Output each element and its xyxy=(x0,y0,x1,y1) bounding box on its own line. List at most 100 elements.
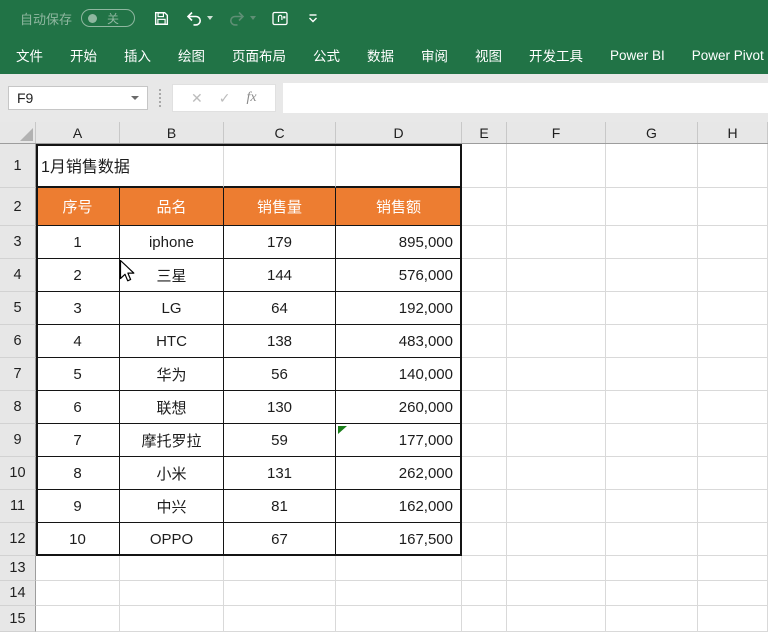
row-header-13[interactable]: 13 xyxy=(0,556,36,581)
tab-developer[interactable]: 开发工具 xyxy=(529,45,583,65)
cell-C13[interactable] xyxy=(224,556,336,581)
cell-E14[interactable] xyxy=(462,581,507,606)
cell-D5[interactable]: 192,000 xyxy=(336,292,462,325)
cell-F6[interactable] xyxy=(507,325,606,358)
cell-E1[interactable] xyxy=(462,144,507,188)
cell-E12[interactable] xyxy=(462,523,507,556)
name-box-dropdown-icon[interactable] xyxy=(131,96,139,100)
cell-A13[interactable] xyxy=(36,556,120,581)
column-header-A[interactable]: A xyxy=(36,122,120,143)
row-header-2[interactable]: 2 xyxy=(0,188,36,226)
cell-D11[interactable]: 162,000 xyxy=(336,490,462,523)
insert-function-icon[interactable]: fx xyxy=(246,90,256,106)
cell-E4[interactable] xyxy=(462,259,507,292)
tab-page-layout[interactable]: 页面布局 xyxy=(232,45,286,65)
cell-H13[interactable] xyxy=(698,556,768,581)
cell-F14[interactable] xyxy=(507,581,606,606)
redo-button[interactable] xyxy=(228,11,256,26)
cell-D2[interactable]: 销售额 xyxy=(336,188,462,226)
cell-H11[interactable] xyxy=(698,490,768,523)
cell-F7[interactable] xyxy=(507,358,606,391)
cell-C9[interactable]: 59 xyxy=(224,424,336,457)
cell-C7[interactable]: 56 xyxy=(224,358,336,391)
cell-G14[interactable] xyxy=(606,581,698,606)
cell-G9[interactable] xyxy=(606,424,698,457)
column-header-C[interactable]: C xyxy=(224,122,336,143)
cell-E10[interactable] xyxy=(462,457,507,490)
row-header-14[interactable]: 14 xyxy=(0,581,36,606)
cell-G12[interactable] xyxy=(606,523,698,556)
row-header-6[interactable]: 6 xyxy=(0,325,36,358)
column-header-B[interactable]: B xyxy=(120,122,224,143)
cell-A1[interactable]: 1月销售数据 xyxy=(36,144,120,188)
cell-D9[interactable]: 177,000 xyxy=(336,424,462,457)
cell-B1[interactable] xyxy=(120,144,224,188)
cell-F2[interactable] xyxy=(507,188,606,226)
formula-input[interactable] xyxy=(283,83,768,113)
row-header-8[interactable]: 8 xyxy=(0,391,36,424)
cell-F5[interactable] xyxy=(507,292,606,325)
cell-C1[interactable] xyxy=(224,144,336,188)
undo-button[interactable] xyxy=(185,11,213,26)
row-header-10[interactable]: 10 xyxy=(0,457,36,490)
cell-G10[interactable] xyxy=(606,457,698,490)
row-header-1[interactable]: 1 xyxy=(0,144,36,188)
tab-review[interactable]: 审阅 xyxy=(421,45,448,65)
tab-file[interactable]: 文件 xyxy=(16,45,43,65)
cell-H14[interactable] xyxy=(698,581,768,606)
cell-C2[interactable]: 销售量 xyxy=(224,188,336,226)
cell-G13[interactable] xyxy=(606,556,698,581)
cell-A12[interactable]: 10 xyxy=(36,523,120,556)
cell-B8[interactable]: 联想 xyxy=(120,391,224,424)
row-header-7[interactable]: 7 xyxy=(0,358,36,391)
cell-F13[interactable] xyxy=(507,556,606,581)
cell-C8[interactable]: 130 xyxy=(224,391,336,424)
cell-F10[interactable] xyxy=(507,457,606,490)
cell-E7[interactable] xyxy=(462,358,507,391)
cell-E2[interactable] xyxy=(462,188,507,226)
cell-E5[interactable] xyxy=(462,292,507,325)
cell-E11[interactable] xyxy=(462,490,507,523)
cell-H9[interactable] xyxy=(698,424,768,457)
cell-D6[interactable]: 483,000 xyxy=(336,325,462,358)
cell-F8[interactable] xyxy=(507,391,606,424)
cell-H1[interactable] xyxy=(698,144,768,188)
tab-power-pivot[interactable]: Power Pivot xyxy=(692,48,764,63)
cell-D10[interactable]: 262,000 xyxy=(336,457,462,490)
touch-mode-button[interactable] xyxy=(271,10,291,27)
cell-E3[interactable] xyxy=(462,226,507,259)
cell-F4[interactable] xyxy=(507,259,606,292)
cell-F11[interactable] xyxy=(507,490,606,523)
cell-F15[interactable] xyxy=(507,606,606,632)
row-header-3[interactable]: 3 xyxy=(0,226,36,259)
select-all-button[interactable] xyxy=(0,122,36,143)
tab-view[interactable]: 视图 xyxy=(475,45,502,65)
cell-A11[interactable]: 9 xyxy=(36,490,120,523)
cell-F3[interactable] xyxy=(507,226,606,259)
cell-G6[interactable] xyxy=(606,325,698,358)
cell-C3[interactable]: 179 xyxy=(224,226,336,259)
autosave-toggle[interactable]: 关 xyxy=(81,9,135,27)
cell-E9[interactable] xyxy=(462,424,507,457)
column-header-H[interactable]: H xyxy=(698,122,768,143)
cell-D15[interactable] xyxy=(336,606,462,632)
cell-B5[interactable]: LG xyxy=(120,292,224,325)
cell-C14[interactable] xyxy=(224,581,336,606)
cell-G11[interactable] xyxy=(606,490,698,523)
cell-B6[interactable]: HTC xyxy=(120,325,224,358)
cell-G1[interactable] xyxy=(606,144,698,188)
cell-H8[interactable] xyxy=(698,391,768,424)
enter-icon[interactable]: ✓ xyxy=(219,90,231,107)
row-header-5[interactable]: 5 xyxy=(0,292,36,325)
tab-home[interactable]: 开始 xyxy=(70,45,97,65)
cell-E13[interactable] xyxy=(462,556,507,581)
cell-B3[interactable]: iphone xyxy=(120,226,224,259)
cell-H4[interactable] xyxy=(698,259,768,292)
cell-H12[interactable] xyxy=(698,523,768,556)
cell-G2[interactable] xyxy=(606,188,698,226)
cell-D13[interactable] xyxy=(336,556,462,581)
cell-B11[interactable]: 中兴 xyxy=(120,490,224,523)
cell-G15[interactable] xyxy=(606,606,698,632)
cancel-icon[interactable]: ✕ xyxy=(191,90,203,107)
cell-A8[interactable]: 6 xyxy=(36,391,120,424)
